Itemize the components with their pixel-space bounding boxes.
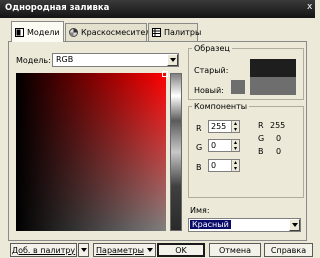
close-button[interactable]: x (307, 2, 315, 14)
b-value: 0 (211, 161, 217, 170)
g-value: 0 (211, 141, 217, 150)
name-value: Красный (190, 220, 231, 229)
new-color-mini-swatch (231, 80, 245, 94)
color-field-marker[interactable] (162, 71, 168, 77)
color-field[interactable] (16, 73, 166, 231)
name-label: Имя: (190, 206, 210, 215)
g-spinbox[interactable]: 0 ▴ ▾ (208, 139, 240, 152)
mixers-icon (69, 28, 78, 37)
r-spinbox[interactable]: 255 ▴ ▾ (208, 120, 240, 133)
r-readout-value: 255 (270, 121, 286, 130)
tab-models-label: Модели (27, 27, 60, 37)
b-label: B (196, 163, 202, 172)
components-group: Компоненты (188, 102, 304, 198)
model-dropdown-button[interactable] (167, 54, 178, 66)
tab-models[interactable]: Модели (11, 21, 64, 42)
r-spin-arrows-icon[interactable]: ▴ ▾ (231, 121, 239, 133)
b-readout-value: 0 (276, 147, 282, 156)
chevron-down-icon (80, 248, 87, 252)
tab-palettes-label: Палитры (164, 28, 202, 37)
add-to-palette-button[interactable]: Доб. в палитру (10, 243, 77, 257)
name-dropdown-button[interactable] (289, 219, 300, 231)
sample-group-label: Образец (194, 44, 230, 53)
model-label: Модель: (16, 56, 51, 65)
chevron-down-icon (146, 248, 153, 252)
tab-mixers-label: Краскосмесители (81, 28, 156, 37)
old-color-label: Старый: (194, 66, 229, 75)
window-title: Однородная заливка (5, 3, 110, 13)
tab-mixers[interactable]: Краскосмесители (65, 23, 156, 41)
model-value: RGB (56, 55, 74, 64)
b-readout-label: B (258, 147, 264, 156)
help-button[interactable]: Справка (264, 243, 313, 257)
r-readout-label: R (258, 121, 264, 130)
add-to-palette-dropdown[interactable] (78, 243, 89, 257)
r-label: R (196, 124, 202, 133)
hue-slider[interactable] (170, 73, 182, 231)
cancel-label: Отмена (218, 245, 252, 255)
model-select[interactable]: RGB (52, 53, 179, 67)
name-combobox[interactable]: Красный (188, 218, 301, 232)
r-value: 255 (211, 122, 227, 131)
palettes-icon (152, 28, 161, 37)
chevron-down-icon (169, 58, 176, 62)
models-icon (15, 27, 24, 37)
g-readout-label: G (258, 134, 265, 143)
b-spin-arrows-icon[interactable]: ▴ ▾ (231, 160, 239, 172)
components-group-label: Компоненты (194, 102, 248, 111)
g-spin-arrows-icon[interactable]: ▴ ▾ (231, 140, 239, 152)
ok-label: OK (175, 245, 187, 255)
g-label: G (196, 143, 203, 152)
b-spinbox[interactable]: 0 ▴ ▾ (208, 159, 240, 172)
g-readout-value: 0 (276, 134, 282, 143)
options-button[interactable]: Параметры (93, 243, 156, 257)
cancel-button[interactable]: Отмена (209, 243, 261, 257)
old-color-swatch (250, 59, 296, 77)
ok-button[interactable]: OK (157, 243, 205, 257)
add-to-palette-label: Доб. в палитру (11, 245, 76, 255)
new-color-swatch (250, 77, 296, 95)
chevron-down-icon (291, 223, 298, 227)
options-label: Параметры (96, 245, 144, 255)
new-color-label: Новый: (194, 86, 224, 95)
tab-palettes[interactable]: Палитры (148, 23, 202, 41)
help-label: Справка (270, 245, 307, 255)
